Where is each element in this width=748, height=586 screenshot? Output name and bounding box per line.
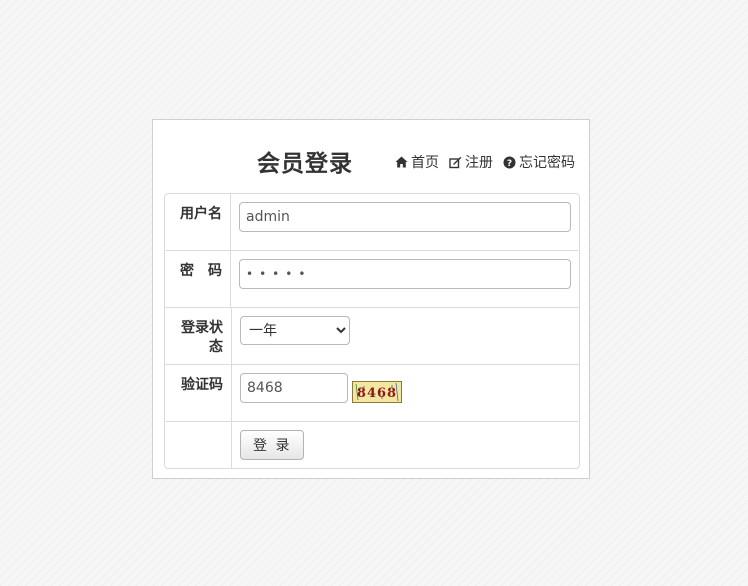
edit-icon [449, 156, 462, 168]
submit-label-cell [165, 422, 232, 468]
captcha-input[interactable] [240, 373, 348, 403]
home-icon [395, 156, 408, 168]
password-field-cell [231, 251, 579, 307]
username-input[interactable] [239, 202, 571, 232]
login-button[interactable]: 登 录 [240, 430, 305, 460]
username-field-cell [231, 194, 579, 250]
login-status-field-cell: 一年 [232, 308, 579, 364]
svg-text:?: ? [507, 158, 512, 168]
home-link[interactable]: 首页 [395, 152, 439, 172]
captcha-field-cell: 8468 [232, 365, 579, 421]
home-link-label: 首页 [411, 155, 439, 171]
username-row: 用户名 [165, 194, 579, 251]
login-status-select[interactable]: 一年 [240, 316, 350, 345]
password-row: 密 码 [165, 251, 579, 308]
captcha-row: 验证码 8468 [165, 365, 579, 422]
login-status-row: 登录状态 一年 [165, 308, 579, 365]
forgot-password-link[interactable]: ? 忘记密码 [503, 152, 575, 172]
page-title: 会员登录 [257, 151, 353, 177]
question-circle-icon: ? [503, 156, 516, 168]
submit-row: 登 录 [165, 422, 579, 468]
register-link-label: 注册 [465, 155, 493, 171]
submit-field-cell: 登 录 [232, 422, 579, 468]
login-status-label: 登录状态 [165, 308, 232, 364]
login-panel: 会员登录 首页 注册 ? 忘记密码 用户名 admin 密 码 ••••• 登录… [152, 119, 590, 479]
captcha-image-text: 8468 [357, 386, 397, 401]
password-label: 密 码 [165, 251, 231, 307]
login-form: 用户名 密 码 登录状态 一年 验证码 [164, 193, 580, 469]
forgot-password-link-label: 忘记密码 [519, 155, 575, 171]
header-links: 首页 注册 ? 忘记密码 [395, 152, 575, 172]
captcha-label: 验证码 [165, 365, 232, 421]
password-input[interactable] [239, 259, 571, 289]
captcha-image[interactable]: 8468 [352, 381, 402, 403]
username-label: 用户名 [165, 194, 231, 250]
register-link[interactable]: 注册 [449, 152, 493, 172]
